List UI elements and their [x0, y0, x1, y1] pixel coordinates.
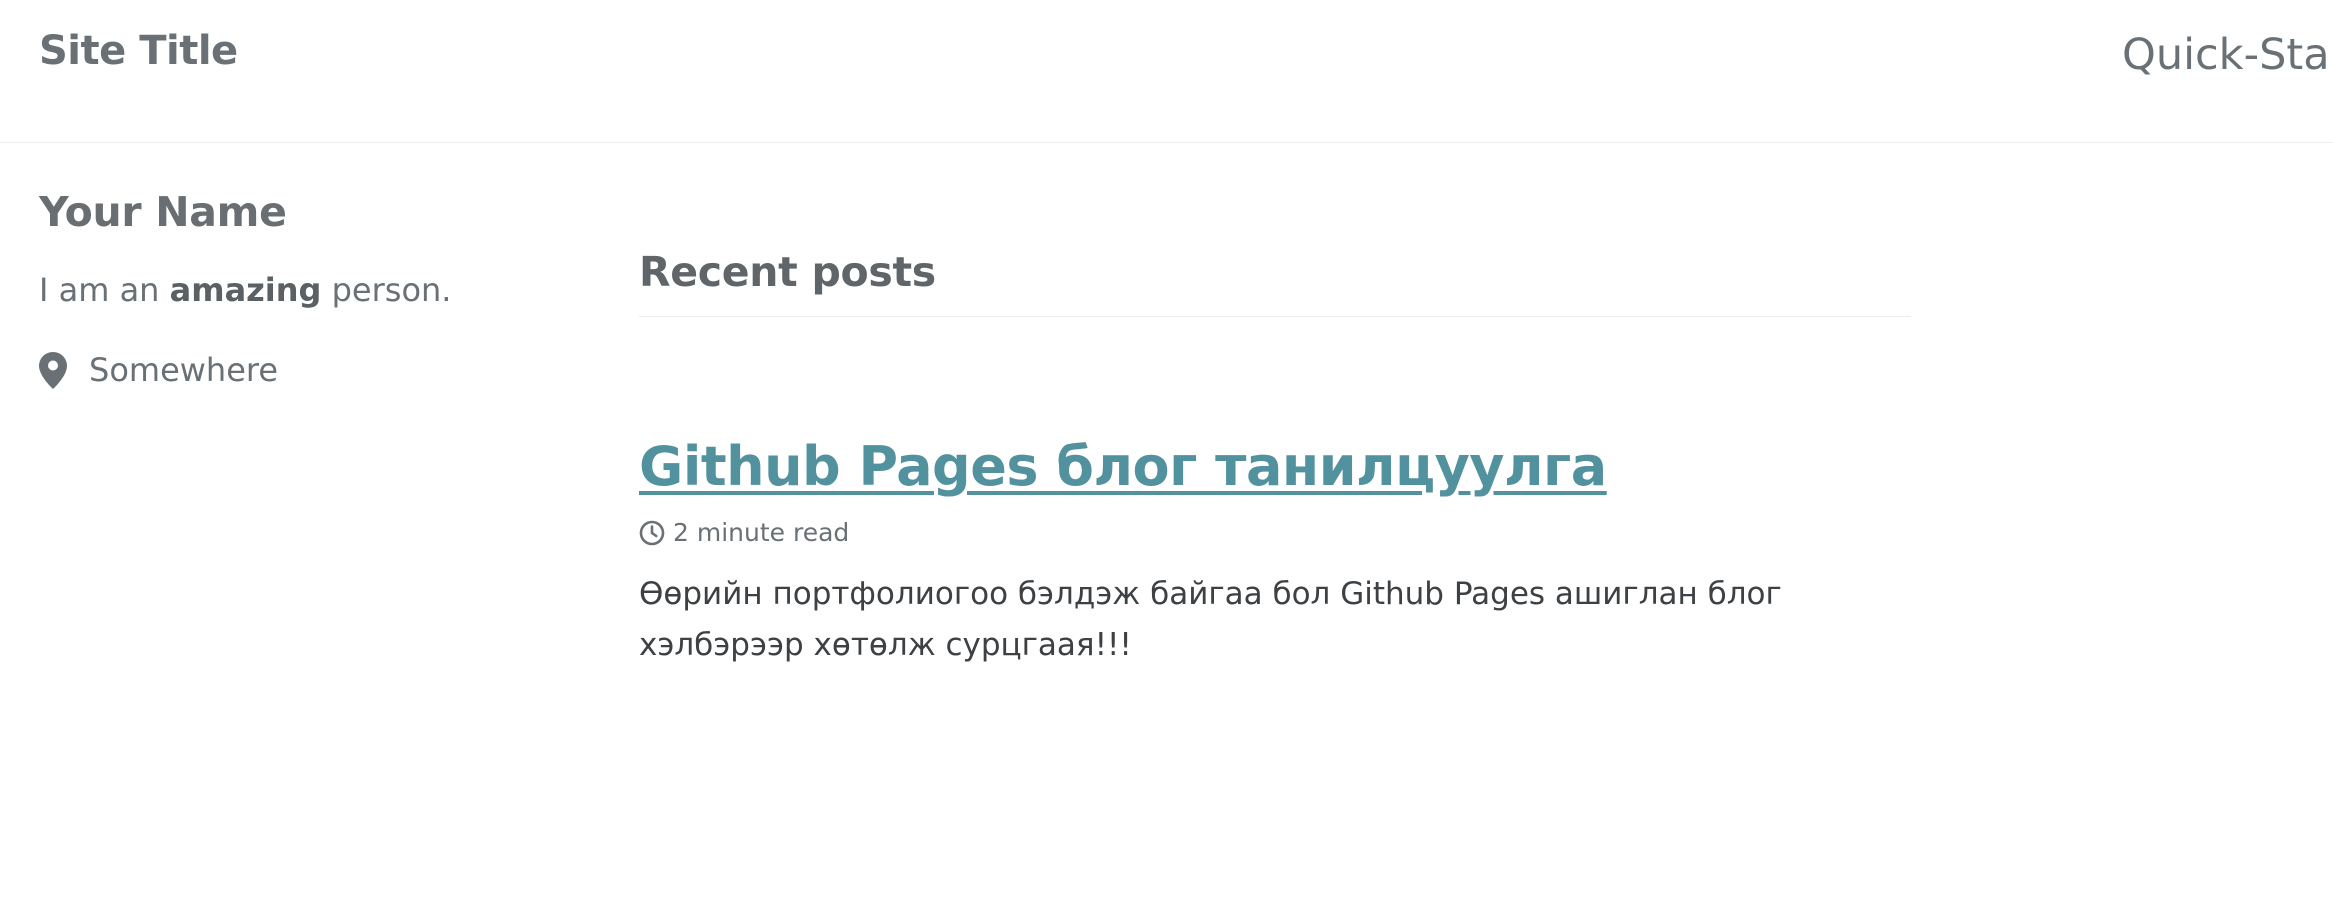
- post-excerpt: Өөрийн портфолиогоо бэлдэж байгаа бол Gi…: [639, 576, 1782, 663]
- section-title-recent-posts: Recent posts: [639, 248, 1911, 317]
- author-name: Your Name: [39, 188, 287, 236]
- author-bio: I am an amazing person.: [39, 271, 599, 309]
- read-time-text: 2 minute read: [673, 518, 850, 547]
- post-title-link[interactable]: Github Pages блог танилцуулга: [639, 435, 1911, 498]
- map-marker-icon: [39, 351, 67, 389]
- site-title-link[interactable]: Site Title: [39, 28, 238, 74]
- author-sidebar: Your Name I am an amazing person. Somewh…: [39, 188, 599, 389]
- masthead: Site Title Quick-Start: [0, 0, 2333, 143]
- author-location: Somewhere: [39, 351, 599, 389]
- nav-link-quick-start[interactable]: Quick-Start: [2122, 30, 2333, 80]
- post-read-time: 2 minute read: [639, 518, 1911, 547]
- main-content: Recent posts Github Pages блог танилцуул…: [639, 248, 1911, 671]
- post-item: Github Pages блог танилцуулга 2 minute r…: [639, 435, 1911, 671]
- author-bio-suffix: person.: [321, 271, 452, 309]
- location-text: Somewhere: [89, 351, 279, 389]
- clock-icon: [639, 520, 665, 546]
- author-bio-emphasis: amazing: [169, 271, 322, 309]
- author-bio-prefix: I am an: [39, 271, 170, 309]
